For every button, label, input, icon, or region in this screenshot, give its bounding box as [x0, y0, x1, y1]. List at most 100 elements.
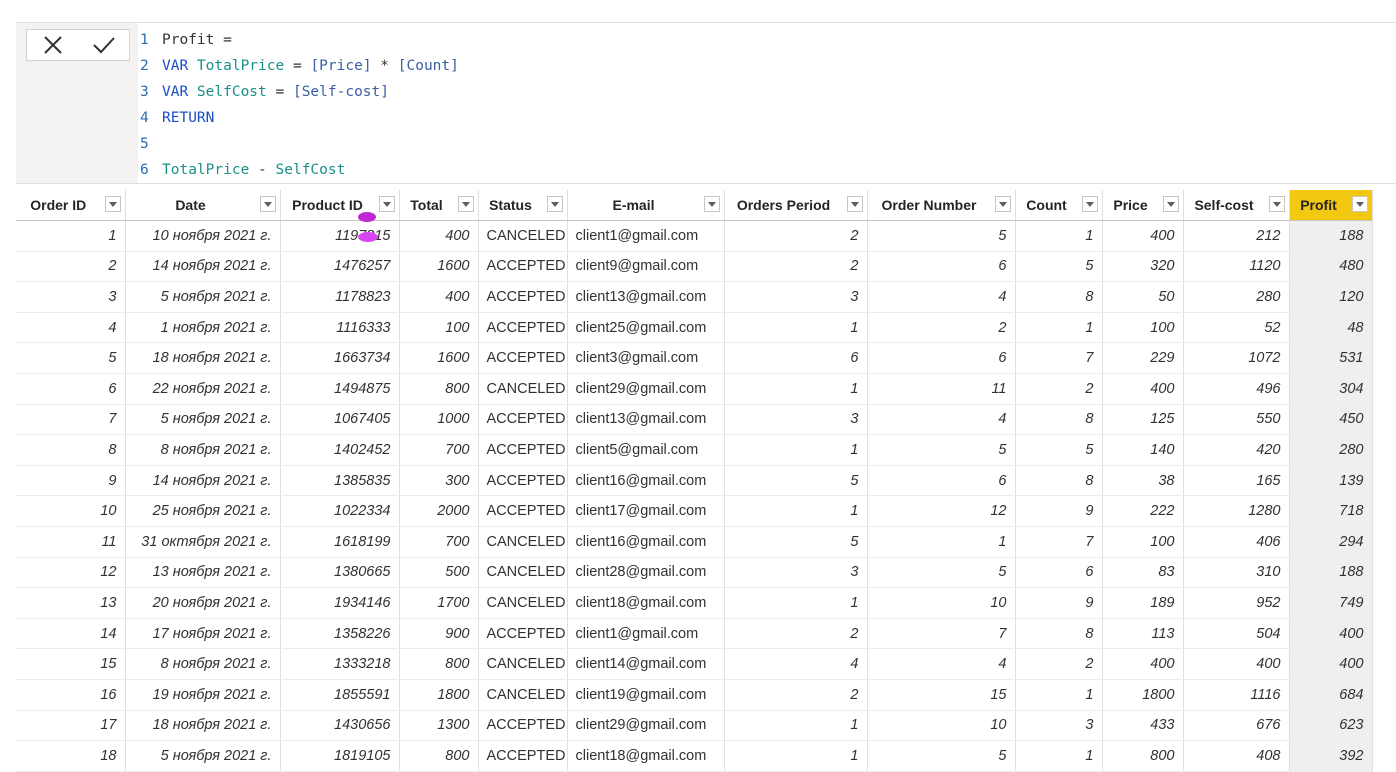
- column-header-status[interactable]: Status: [478, 190, 568, 221]
- formula-editor[interactable]: 1 Profit = 2 VAR TotalPrice = [Price] * [Co…: [140, 27, 459, 183]
- table-row[interactable]: 11 31 октября 2021 г. 1618199 700 CANCELED cl…: [16, 526, 1373, 558]
- chevron-down-icon[interactable]: [1268, 196, 1285, 212]
- table-row[interactable]: 18 5 ноября 2021 г. 1819105 800 ACCEPTED clie…: [16, 740, 1373, 772]
- column-header-label: Profit: [1300, 197, 1337, 213]
- cell-date: 20 ноября 2021 г.: [125, 587, 281, 619]
- cell-period: 3: [724, 281, 868, 313]
- cell-onum: 10: [867, 710, 1016, 742]
- formula-line-3: 3 VAR SelfCost = [Self-cost]: [140, 79, 459, 105]
- column-header-profit[interactable]: Profit: [1289, 190, 1373, 221]
- formula-line-2: 2 VAR TotalPrice = [Price] * [Count]: [140, 53, 459, 79]
- table-row[interactable]: 6 22 ноября 2021 г. 1494875 800 CANCELED clie…: [16, 373, 1373, 405]
- column-header-onum[interactable]: Order Number: [867, 190, 1016, 221]
- column-header-email[interactable]: E-mail: [567, 190, 725, 221]
- column-header-date[interactable]: Date: [125, 190, 281, 221]
- cursor-marker: [358, 212, 376, 222]
- cell-count: 8: [1015, 618, 1103, 650]
- table-body: 110 ноября 2021 г.1197815400CANCELEDclie…: [16, 220, 1373, 772]
- chevron-down-icon[interactable]: [1351, 196, 1368, 212]
- cell-date: 5 ноября 2021 г.: [125, 740, 281, 772]
- table-row[interactable]: 41 ноября 2021 г. 1116333 100 ACCEPTED clien…: [16, 312, 1373, 344]
- table-row[interactable]: 35 ноября 2021 г. 1178823 400 ACCEPTED clien…: [16, 281, 1373, 313]
- formula-actions: [26, 29, 130, 61]
- cell-email: client28@gmail.com: [567, 557, 725, 589]
- table-row[interactable]: 110 ноября 2021 г.1197815400CANCELEDclie…: [16, 220, 1373, 252]
- chevron-down-icon[interactable]: [846, 196, 863, 212]
- cell-profit: 400: [1289, 648, 1373, 680]
- cell-period: 5: [724, 465, 868, 497]
- cancel-button[interactable]: [35, 31, 71, 59]
- cell-onum: 4: [867, 648, 1016, 680]
- column-header-price[interactable]: Price: [1102, 190, 1184, 221]
- cell-self: 310: [1183, 557, 1290, 589]
- cell-self: 550: [1183, 404, 1290, 436]
- column-header-total[interactable]: Total: [399, 190, 479, 221]
- cell-onum: 2: [867, 312, 1016, 344]
- cell-id: 12: [16, 557, 126, 589]
- table-row[interactable]: 88 ноября 2021 г. 1402452 700 ACCEPTED clien…: [16, 434, 1373, 466]
- table-row[interactable]: 12 13 ноября 2021 г. 1380665 500 CANCELED cli…: [16, 557, 1373, 589]
- chevron-down-icon[interactable]: [259, 196, 276, 212]
- cell-status: ACCEPTED: [478, 618, 568, 650]
- cell-self: 406: [1183, 526, 1290, 558]
- cell-email: client16@gmail.com: [567, 526, 725, 558]
- cell-count: 1: [1015, 312, 1103, 344]
- cell-status: ACCEPTED: [478, 404, 568, 436]
- cell-total: 1300: [399, 710, 479, 742]
- line-number: 4: [140, 110, 149, 126]
- cell-price: 38: [1102, 465, 1184, 497]
- formula-line-1: 1 Profit =: [140, 27, 459, 53]
- table-row[interactable]: 5 18 ноября 2021 г. 1663734 1600 ACCEPTED cli…: [16, 342, 1373, 374]
- table-row[interactable]: 9 14 ноября 2021 г. 1385835 300 ACCEPTED clie…: [16, 465, 1373, 497]
- cell-self: 496: [1183, 373, 1290, 405]
- table-row[interactable]: 10 25 ноября 2021 г. 1022334 2000 ACCEPTED cl…: [16, 495, 1373, 527]
- formula-line-6: 6 TotalPrice - SelfCost: [140, 157, 459, 183]
- cell-id: 6: [16, 373, 126, 405]
- chevron-down-icon[interactable]: [994, 196, 1011, 212]
- cell-date: 14 ноября 2021 г.: [125, 465, 281, 497]
- cell-count: 5: [1015, 434, 1103, 466]
- chevron-down-icon[interactable]: [546, 196, 563, 212]
- line-number: 6: [140, 162, 149, 178]
- cell-date: 17 ноября 2021 г.: [125, 618, 281, 650]
- table-row[interactable]: 15 8 ноября 2021 г. 1333218 800 CANCELED clie…: [16, 648, 1373, 680]
- cell-period: 2: [724, 618, 868, 650]
- cell-pid: 1067405: [280, 404, 400, 436]
- chevron-down-icon[interactable]: [104, 196, 121, 212]
- cell-total: 100: [399, 312, 479, 344]
- cell-count: 1: [1015, 679, 1103, 711]
- cell-email: client5@gmail.com: [567, 434, 725, 466]
- column-header-label: Date: [175, 197, 206, 213]
- table-row[interactable]: 16 19 ноября 2021 г. 1855591 1800 CANCELED cl…: [16, 679, 1373, 711]
- chevron-down-icon[interactable]: [1162, 196, 1179, 212]
- chevron-down-icon[interactable]: [378, 196, 395, 212]
- chevron-down-icon[interactable]: [457, 196, 474, 212]
- cell-status: CANCELED: [478, 587, 568, 619]
- cell-onum: 4: [867, 404, 1016, 436]
- cell-onum: 5: [867, 740, 1016, 772]
- cell-status: CANCELED: [478, 526, 568, 558]
- cell-total: 1700: [399, 587, 479, 619]
- table-row[interactable]: 13 20 ноября 2021 г. 1934146 1700 CANCELED cl…: [16, 587, 1373, 619]
- line-number: 2: [140, 58, 149, 74]
- line-number: 5: [140, 136, 149, 152]
- formula-token: Profit =: [162, 32, 232, 48]
- table-row[interactable]: 17 18 ноября 2021 г. 1430656 1300 ACCEPTED cl…: [16, 710, 1373, 742]
- chevron-down-icon[interactable]: [1081, 196, 1098, 212]
- column-header-period[interactable]: Orders Period: [724, 190, 868, 221]
- column-header-self[interactable]: Self-cost: [1183, 190, 1290, 221]
- cell-pid: 1197815: [280, 220, 400, 252]
- cell-status: CANCELED: [478, 648, 568, 680]
- table-row[interactable]: 14 17 ноября 2021 г. 1358226 900 ACCEPTED cli…: [16, 618, 1373, 650]
- table-row[interactable]: 2 14 ноября 2021 г. 1476257 1600 ACCEPTED cli…: [16, 251, 1373, 283]
- column-header-pid[interactable]: Product ID: [280, 190, 400, 221]
- cell-count: 9: [1015, 587, 1103, 619]
- line-number: 3: [140, 84, 149, 100]
- column-header-count[interactable]: Count: [1015, 190, 1103, 221]
- table-row[interactable]: 75 ноября 2021 г. 1067405 1000 ACCEPTED clie…: [16, 404, 1373, 436]
- chevron-down-icon[interactable]: [703, 196, 720, 212]
- column-header-id[interactable]: Order ID: [16, 190, 126, 221]
- commit-button[interactable]: [86, 31, 122, 59]
- formula-token: =: [266, 84, 293, 100]
- cell-status: ACCEPTED: [478, 434, 568, 466]
